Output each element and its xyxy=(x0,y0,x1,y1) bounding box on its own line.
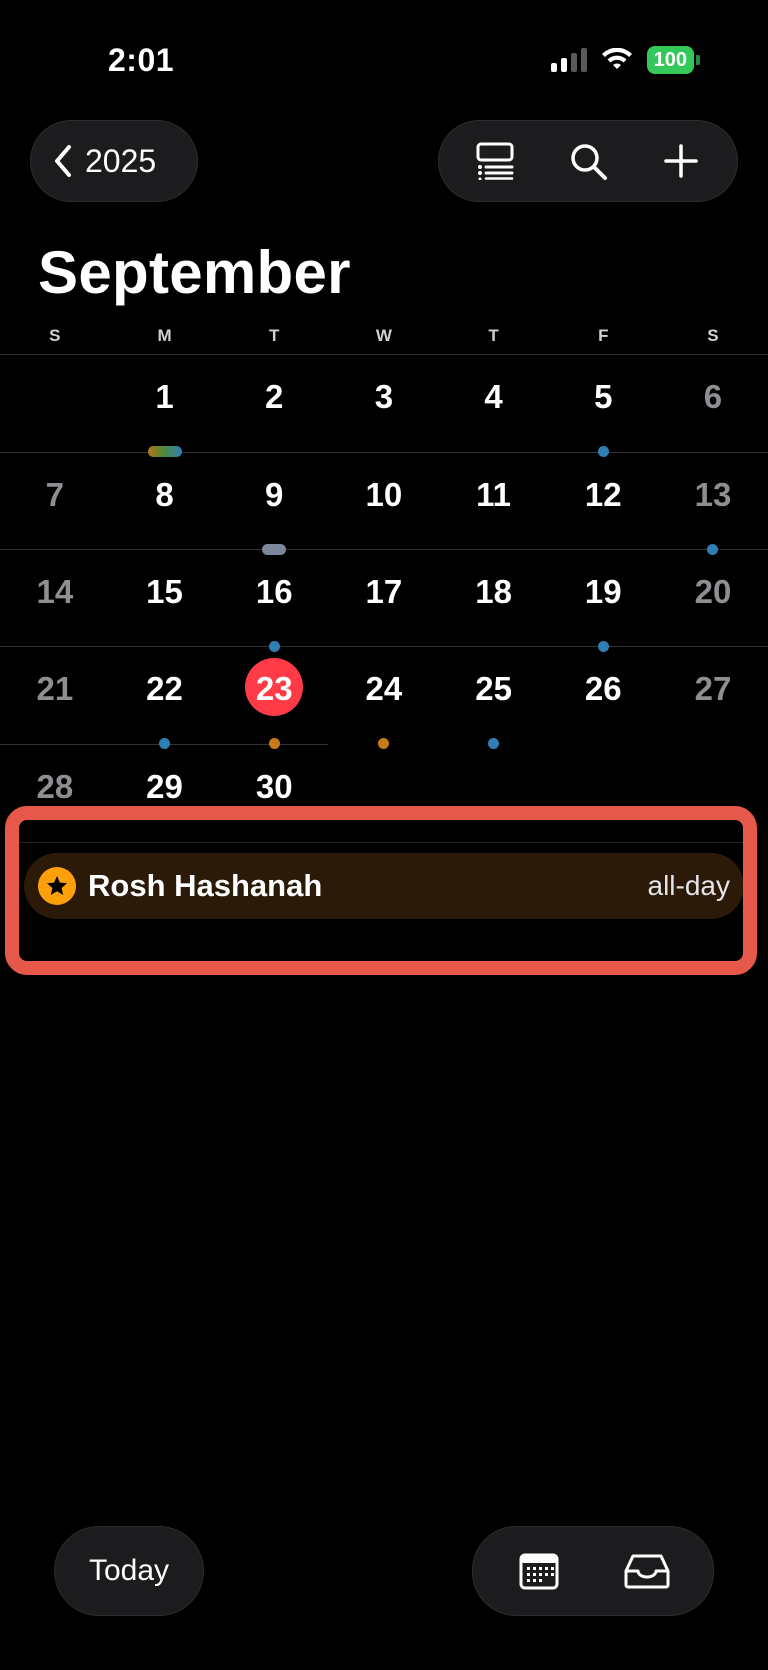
weekday-label: S xyxy=(49,326,61,345)
day-cell[interactable]: 9 xyxy=(219,452,329,555)
day-cell[interactable]: 16 xyxy=(219,549,329,652)
day-number: 4 xyxy=(484,378,503,415)
battery-indicator: 100 xyxy=(646,46,700,74)
day-number: 24 xyxy=(365,670,403,707)
day-number: 7 xyxy=(45,476,65,513)
day-cell[interactable]: 13 xyxy=(658,452,768,555)
day-number: 10 xyxy=(365,476,403,513)
bottom-toolbar xyxy=(472,1526,714,1616)
cellular-signal-icon xyxy=(550,48,587,72)
day-cell[interactable]: 25 xyxy=(439,646,549,749)
search-button[interactable] xyxy=(553,126,623,196)
chevron-left-icon xyxy=(55,145,71,177)
day-cell[interactable]: 2 xyxy=(219,354,329,451)
day-cell[interactable]: 22 xyxy=(110,646,220,749)
day-number: 3 xyxy=(374,378,394,415)
weekday-label: W xyxy=(375,326,392,345)
day-cell[interactable]: 24 xyxy=(329,646,439,749)
day-number: 6 xyxy=(703,378,723,415)
day-number: 9 xyxy=(265,476,284,513)
add-event-button[interactable] xyxy=(646,126,716,196)
day-number: 22 xyxy=(146,670,183,707)
battery-level: 100 xyxy=(646,46,694,74)
day-number: 30 xyxy=(255,768,293,805)
day-cell[interactable]: 18 xyxy=(439,549,549,646)
day-cell[interactable]: 7 xyxy=(0,452,110,549)
day-cell[interactable]: 3 xyxy=(329,354,439,451)
day-cell[interactable]: 8 xyxy=(110,452,220,549)
search-icon xyxy=(571,144,607,180)
day-number: 18 xyxy=(475,573,512,610)
day-number: 11 xyxy=(476,476,512,513)
day-number: 26 xyxy=(584,670,622,707)
toolbar xyxy=(438,120,738,202)
day-cell[interactable]: 6 xyxy=(658,354,768,451)
list-view-icon xyxy=(476,142,514,180)
day-cell[interactable]: 10 xyxy=(329,452,439,549)
day-cell-selected[interactable]: 23 xyxy=(219,646,329,749)
day-cell[interactable]: 20 xyxy=(658,549,768,646)
day-number: 23 xyxy=(255,670,293,707)
month-title: September xyxy=(38,239,351,306)
highlight-annotation xyxy=(5,806,757,975)
day-number: 15 xyxy=(146,573,183,610)
weekday-label: M xyxy=(157,326,172,345)
day-number: 21 xyxy=(36,670,74,707)
day-number: 27 xyxy=(694,670,732,707)
wifi-icon xyxy=(601,48,632,69)
list-view-button[interactable] xyxy=(460,126,530,196)
plus-icon xyxy=(663,144,698,178)
week-row: 7 8 9 10 11 12 13 xyxy=(0,452,768,555)
day-cell[interactable]: 19 xyxy=(548,549,658,652)
today-button[interactable]: Today xyxy=(54,1526,204,1616)
day-number: 1 xyxy=(155,378,174,415)
day-number: 25 xyxy=(475,670,512,707)
day-number: 29 xyxy=(146,768,183,805)
week-row: 1 2 3 4 5 6 xyxy=(0,354,768,457)
day-cell[interactable]: 17 xyxy=(329,549,439,646)
weekday-label: S xyxy=(707,326,719,345)
day-cell[interactable]: 26 xyxy=(548,646,658,743)
day-cell[interactable]: 27 xyxy=(658,646,768,743)
week-row: 21 22 23 24 25 26 27 xyxy=(0,646,768,749)
weekday-label: T xyxy=(269,326,280,345)
back-year-label: 2025 xyxy=(85,142,157,179)
day-number: 8 xyxy=(155,476,174,513)
calendars-button[interactable] xyxy=(504,1536,574,1606)
status-time: 2:01 xyxy=(108,42,175,78)
day-number: 14 xyxy=(36,573,74,610)
day-number: 20 xyxy=(694,573,732,610)
day-cell[interactable]: 4 xyxy=(439,354,549,451)
day-number: 17 xyxy=(365,573,403,610)
day-number: 2 xyxy=(265,378,284,415)
back-to-year-button[interactable]: 2025 xyxy=(30,120,198,202)
empty-cell xyxy=(0,354,110,451)
day-number: 19 xyxy=(584,573,622,610)
day-number: 28 xyxy=(36,768,74,805)
calendar-grid-icon xyxy=(519,1553,559,1590)
day-number: 13 xyxy=(694,476,732,513)
day-cell[interactable]: 11 xyxy=(439,452,549,549)
day-cell[interactable]: 12 xyxy=(548,452,658,549)
inbox-button[interactable] xyxy=(612,1536,682,1606)
status-icons: 100 xyxy=(550,46,700,74)
weekday-label: T xyxy=(488,326,499,345)
day-cell[interactable]: 14 xyxy=(0,549,110,646)
weekday-header: S M T W T F S xyxy=(0,326,768,346)
weekday-label: F xyxy=(598,326,609,345)
inbox-icon xyxy=(624,1554,670,1589)
day-number: 12 xyxy=(584,476,622,513)
day-number: 16 xyxy=(255,573,293,610)
day-cell[interactable]: 5 xyxy=(548,354,658,457)
week-row: 14 15 16 17 18 19 20 xyxy=(0,549,768,652)
day-cell[interactable]: 21 xyxy=(0,646,110,743)
day-number: 5 xyxy=(594,378,613,415)
day-cell[interactable]: 15 xyxy=(110,549,220,646)
day-cell[interactable]: 1 xyxy=(110,354,220,457)
